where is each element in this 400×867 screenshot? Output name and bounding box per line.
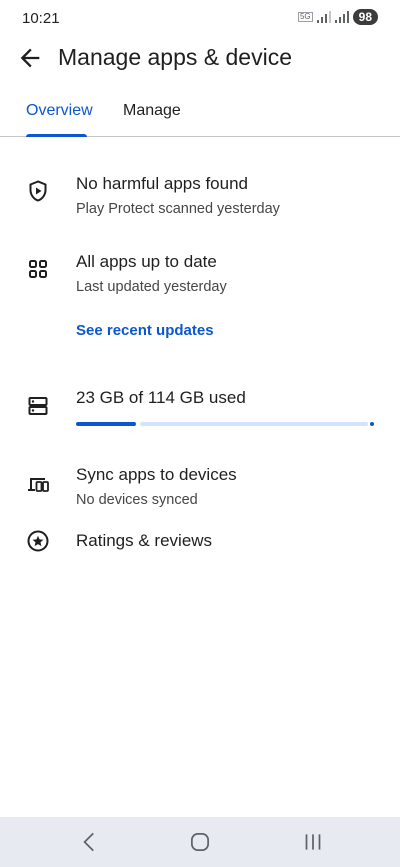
back-button[interactable]	[16, 44, 44, 72]
battery-badge: 98	[352, 9, 378, 25]
signal-icon	[316, 11, 331, 23]
sync-row[interactable]: Sync apps to devices No devices synced	[0, 456, 400, 520]
ratings-row[interactable]: Ratings & reviews	[0, 522, 400, 562]
see-recent-updates-link[interactable]: See recent updates	[76, 322, 214, 339]
signal-icon-2	[334, 11, 349, 23]
status-bar: 10:21 5G 98	[0, 0, 400, 36]
sync-subtitle: No devices synced	[76, 492, 198, 508]
storage-free-fill	[140, 422, 368, 426]
page-title: Manage apps & device	[58, 44, 292, 70]
play-protect-row[interactable]: No harmful apps found Play Protect scann…	[0, 165, 400, 229]
home-nav-icon[interactable]	[187, 829, 213, 855]
apps-grid-icon	[29, 260, 47, 278]
updates-title: All apps up to date	[76, 252, 217, 271]
protect-title: No harmful apps found	[76, 174, 248, 193]
status-icons: 5G 98	[297, 9, 378, 25]
tab-bar: Overview Manage	[0, 88, 400, 137]
shield-play-icon	[29, 180, 47, 202]
storage-end-dot	[370, 422, 374, 426]
updates-subtitle: Last updated yesterday	[76, 279, 227, 295]
storage-progress-bar	[76, 422, 374, 426]
back-nav-icon[interactable]	[77, 829, 103, 855]
app-bar: Manage apps & device	[0, 36, 400, 82]
arrow-left-icon	[20, 48, 40, 68]
tab-overview[interactable]: Overview	[26, 102, 93, 120]
devices-icon	[28, 478, 49, 492]
protect-subtitle: Play Protect scanned yesterday	[76, 201, 280, 217]
recents-nav-icon[interactable]	[300, 829, 326, 855]
storage-row[interactable]: 23 GB of 114 GB used	[0, 380, 400, 436]
tab-manage[interactable]: Manage	[123, 102, 181, 120]
tab-indicator	[26, 134, 87, 137]
storage-used-fill	[76, 422, 136, 426]
network-type-icon: 5G	[297, 12, 313, 22]
storage-icon	[28, 397, 48, 415]
updates-row[interactable]: All apps up to date Last updated yesterd…	[0, 243, 400, 307]
status-time: 10:21	[22, 10, 60, 27]
ratings-title: Ratings & reviews	[76, 531, 213, 550]
star-circle-icon	[27, 530, 49, 552]
storage-title: 23 GB of 114 GB used	[76, 388, 246, 407]
screen: 10:21 5G 98 Manage apps & device Overvie…	[0, 0, 400, 867]
system-nav-bar	[0, 817, 400, 867]
sync-title: Sync apps to devices	[76, 465, 237, 484]
